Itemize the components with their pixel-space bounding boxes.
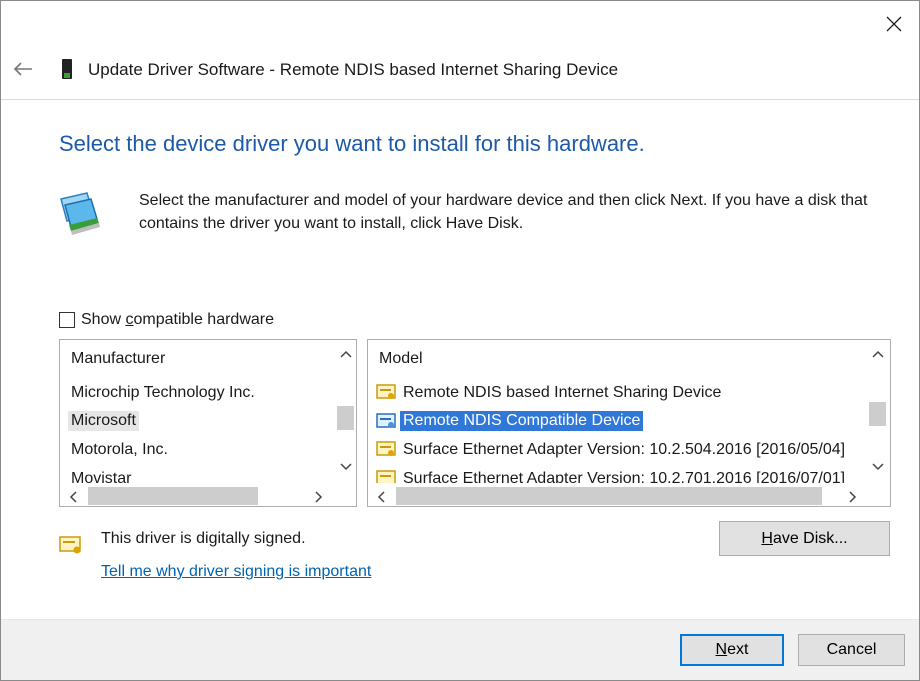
dialog-window: Update Driver Software - Remote NDIS bas… bbox=[0, 0, 920, 681]
show-compatible-checkbox[interactable]: Show compatible hardware bbox=[59, 311, 274, 329]
window-title: Update Driver Software - Remote NDIS bas… bbox=[88, 60, 619, 79]
cancel-button[interactable]: Cancel bbox=[798, 634, 905, 666]
certificate-icon bbox=[376, 470, 396, 483]
driver-signed-status: This driver is digitally signed. bbox=[101, 530, 306, 547]
manufacturer-horizontal-scrollbar[interactable] bbox=[60, 486, 336, 506]
checkbox-box[interactable] bbox=[59, 312, 75, 328]
scroll-up-icon[interactable] bbox=[337, 345, 354, 362]
model-listbox[interactable]: Model Remote NDIS based Internet Sharing… bbox=[367, 339, 891, 507]
manufacturer-listbox[interactable]: Manufacturer Microchip Technology Inc. M… bbox=[59, 339, 357, 507]
list-item[interactable]: Microchip Technology Inc. bbox=[68, 383, 258, 403]
list-item-selected[interactable]: Microsoft bbox=[68, 411, 139, 431]
page-heading: Select the device driver you want to ins… bbox=[59, 131, 645, 156]
scroll-thumb[interactable] bbox=[88, 487, 258, 505]
scroll-down-icon[interactable] bbox=[337, 458, 354, 475]
header-divider bbox=[1, 99, 919, 100]
list-item-selected[interactable]: Remote NDIS Compatible Device bbox=[400, 411, 644, 431]
model-horizontal-scrollbar[interactable] bbox=[368, 486, 868, 506]
list-item[interactable]: Surface Ethernet Adapter Version: 10.2.5… bbox=[400, 440, 848, 460]
scroll-left-icon[interactable] bbox=[372, 488, 389, 505]
certificate-icon bbox=[376, 384, 396, 399]
scroll-left-icon[interactable] bbox=[64, 488, 81, 505]
scroll-thumb[interactable] bbox=[337, 406, 354, 430]
manufacturer-header: Manufacturer bbox=[71, 350, 166, 367]
model-header: Model bbox=[379, 350, 423, 367]
model-vertical-scrollbar[interactable] bbox=[866, 340, 890, 488]
scroll-up-icon[interactable] bbox=[869, 345, 886, 362]
checkbox-label: Show compatible hardware bbox=[81, 311, 274, 328]
list-item[interactable]: Surface Ethernet Adapter Version: 10.2.7… bbox=[400, 469, 848, 483]
list-item[interactable]: Remote NDIS based Internet Sharing Devic… bbox=[400, 383, 724, 403]
intro-text: Select the manufacturer and model of you… bbox=[139, 192, 868, 232]
scroll-down-icon[interactable] bbox=[869, 458, 886, 475]
scroll-right-icon[interactable] bbox=[844, 488, 861, 505]
certificate-icon bbox=[376, 413, 396, 428]
list-item[interactable]: Movistar bbox=[68, 469, 134, 483]
certificate-icon bbox=[376, 441, 396, 456]
back-arrow-icon bbox=[13, 62, 32, 76]
manufacturer-vertical-scrollbar[interactable] bbox=[334, 340, 356, 488]
driver-signing-link[interactable]: Tell me why driver signing is important bbox=[101, 563, 371, 581]
have-disk-button[interactable]: Have Disk... bbox=[719, 521, 890, 556]
network-adapter-icon bbox=[60, 192, 100, 235]
scroll-thumb[interactable] bbox=[869, 402, 886, 426]
back-button[interactable] bbox=[9, 55, 37, 83]
close-icon bbox=[886, 16, 902, 32]
close-button[interactable] bbox=[874, 7, 914, 41]
list-item[interactable]: Motorola, Inc. bbox=[68, 440, 171, 460]
usb-device-icon bbox=[62, 59, 72, 79]
next-button[interactable]: Next bbox=[680, 634, 784, 666]
scroll-thumb[interactable] bbox=[396, 487, 822, 505]
certificate-icon bbox=[59, 536, 81, 554]
scroll-right-icon[interactable] bbox=[310, 488, 327, 505]
